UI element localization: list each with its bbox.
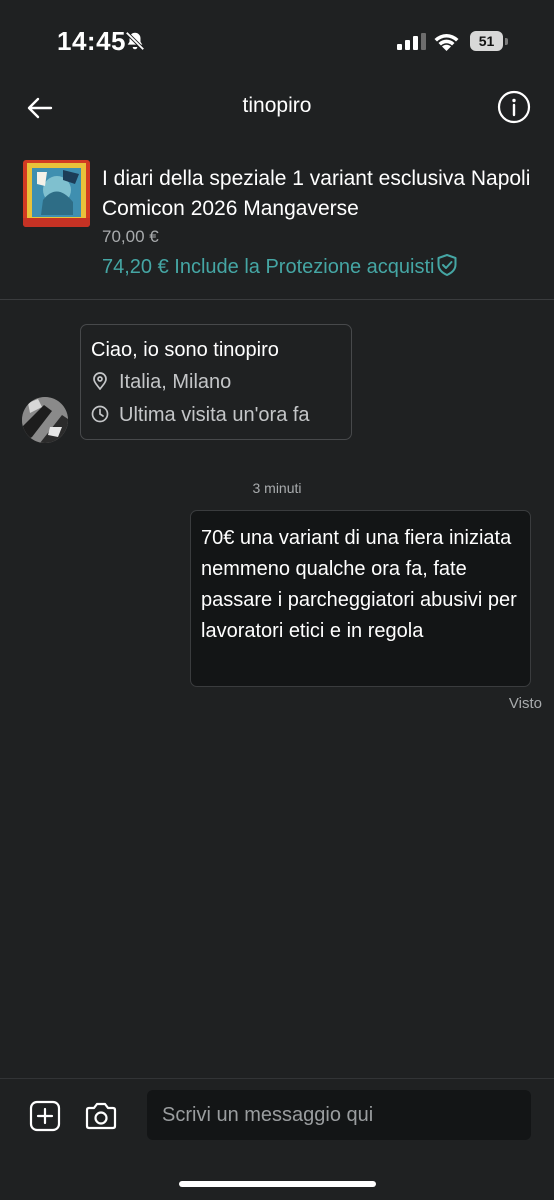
seller-last-seen-text: Ultima visita un'ora fa: [119, 404, 310, 426]
seller-location-text: Italia, Milano: [119, 371, 232, 393]
message-text: 70€ una variant di una fiera iniziata ne…: [201, 527, 517, 642]
protection-text: 74,20 € Include la Protezione acquisti: [102, 256, 435, 278]
home-indicator[interactable]: [179, 1181, 376, 1187]
seller-location: Italia, Milano: [91, 371, 231, 394]
composer-divider: [0, 1078, 554, 1079]
timestamp-text: 3 minuti: [252, 480, 302, 496]
message-timestamp: 3 minuti: [0, 480, 554, 496]
shield-check-icon: [437, 254, 457, 276]
seller-last-seen: Ultima visita un'ora fa: [91, 404, 310, 427]
sent-message-bubble[interactable]: 70€ una variant di una fiera iniziata ne…: [190, 510, 531, 687]
seller-intro-card: Ciao, io sono tinopiro Italia, Milano Ul…: [80, 324, 352, 440]
read-receipt: Visto: [508, 695, 542, 712]
location-pin-icon: [93, 372, 107, 391]
product-thumbnail[interactable]: [23, 160, 90, 227]
conversation-header: tinopiro: [0, 80, 554, 136]
avatar[interactable]: [22, 397, 68, 443]
battery-icon: 51: [470, 31, 508, 51]
camera-icon[interactable]: [84, 1100, 118, 1132]
bell-slash-icon: [125, 31, 145, 51]
product-title: I diari della speziale 1 variant esclusi…: [102, 167, 531, 220]
seller-greeting: Ciao, io sono tinopiro: [91, 339, 279, 361]
message-input[interactable]: [147, 1090, 531, 1140]
status-time: 14:45: [57, 26, 126, 56]
signal-icon: [397, 33, 426, 50]
conversation-title: tinopiro: [242, 94, 312, 117]
protection-price[interactable]: 74,20 € Include la Protezione acquisti: [102, 253, 458, 279]
wifi-icon: [434, 34, 459, 51]
product-summary[interactable]: I diari della speziale 1 variant esclusi…: [0, 150, 554, 300]
product-price: 70,00 €: [102, 227, 159, 246]
divider: [0, 299, 554, 300]
battery-level: 51: [470, 31, 503, 51]
status-bar: 14:45 51: [0, 0, 554, 80]
info-button[interactable]: [497, 90, 531, 124]
plus-square-icon[interactable]: [29, 1100, 61, 1132]
clock-icon: [91, 405, 109, 423]
